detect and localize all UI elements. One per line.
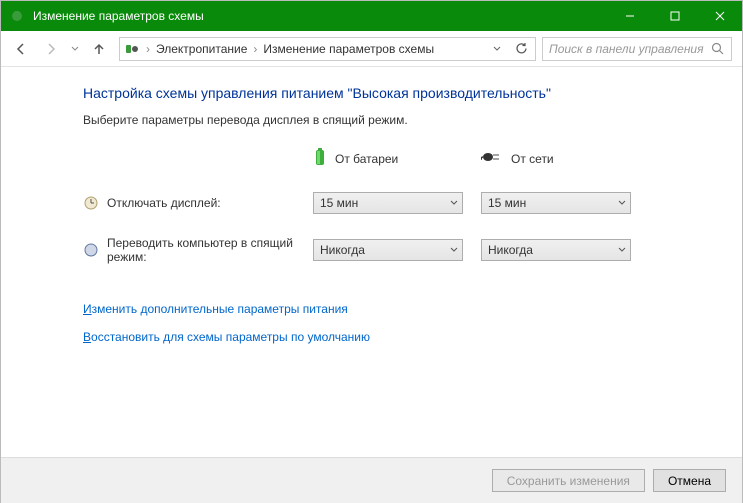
dropdown-value: Никогда (320, 243, 365, 257)
chevron-right-icon: › (144, 42, 152, 56)
column-header-plugged: От сети (481, 150, 631, 167)
plug-icon (481, 150, 503, 167)
moon-icon (83, 242, 99, 258)
minimize-button[interactable] (607, 1, 652, 31)
navbar: › Электропитание › Изменение параметров … (1, 31, 742, 67)
up-button[interactable] (85, 35, 113, 63)
address-dropdown[interactable] (487, 39, 507, 59)
chevron-down-icon (618, 243, 626, 257)
window-title: Изменение параметров схемы (33, 9, 607, 23)
breadcrumb-item-edit-plan[interactable]: Изменение параметров схемы (259, 42, 438, 56)
links-area: Изменить дополнительные параметры питани… (83, 302, 672, 344)
footer: Сохранить изменения Отмена (1, 457, 742, 503)
search-icon[interactable] (711, 42, 725, 56)
back-button[interactable] (7, 35, 35, 63)
window-controls (607, 1, 742, 31)
chevron-right-icon: › (251, 42, 259, 56)
app-icon (9, 8, 25, 24)
dropdown-value: Никогда (488, 243, 533, 257)
address-bar[interactable]: › Электропитание › Изменение параметров … (119, 37, 536, 61)
dropdown-sleep-plugged[interactable]: Никогда (481, 239, 631, 261)
link-advanced-settings[interactable]: Изменить дополнительные параметры питани… (83, 302, 672, 316)
close-button[interactable] (697, 1, 742, 31)
search-box[interactable] (542, 37, 732, 61)
page-subtext: Выберите параметры перевода дисплея в сп… (83, 113, 672, 127)
column-label-plugged: От сети (511, 152, 554, 166)
row-text-display: Отключать дисплей: (107, 196, 221, 210)
battery-icon (313, 147, 327, 170)
history-dropdown[interactable] (67, 35, 83, 63)
dropdown-sleep-battery[interactable]: Никогда (313, 239, 463, 261)
cancel-button[interactable]: Отмена (653, 469, 726, 492)
column-label-battery: От батареи (335, 152, 398, 166)
chevron-down-icon (618, 196, 626, 210)
titlebar: Изменение параметров схемы (1, 1, 742, 31)
dropdown-display-battery[interactable]: 15 мин (313, 192, 463, 214)
search-input[interactable] (549, 42, 711, 56)
chevron-down-icon (450, 196, 458, 210)
dropdown-value: 15 мин (488, 196, 526, 210)
breadcrumb-item-power[interactable]: Электропитание (152, 42, 251, 56)
maximize-button[interactable] (652, 1, 697, 31)
forward-button[interactable] (37, 35, 65, 63)
clock-icon (83, 195, 99, 211)
dropdown-value: 15 мин (320, 196, 358, 210)
control-panel-icon (124, 41, 140, 57)
content-area: Настройка схемы управления питанием "Выс… (1, 67, 742, 368)
row-label-display: Отключать дисплей: (83, 195, 313, 211)
link-restore-defaults[interactable]: Восстановить для схемы параметры по умол… (83, 330, 672, 344)
chevron-down-icon (450, 243, 458, 257)
column-header-battery: От батареи (313, 147, 463, 170)
dropdown-display-plugged[interactable]: 15 мин (481, 192, 631, 214)
save-button[interactable]: Сохранить изменения (492, 469, 645, 492)
page-heading: Настройка схемы управления питанием "Выс… (83, 85, 672, 101)
row-label-sleep: Переводить компьютер в спящий режим: (83, 236, 313, 264)
settings-grid: От батареи От сети Отключать дисплей: 15… (83, 147, 672, 264)
row-text-sleep: Переводить компьютер в спящий режим: (107, 236, 313, 264)
refresh-button[interactable] (511, 39, 531, 59)
